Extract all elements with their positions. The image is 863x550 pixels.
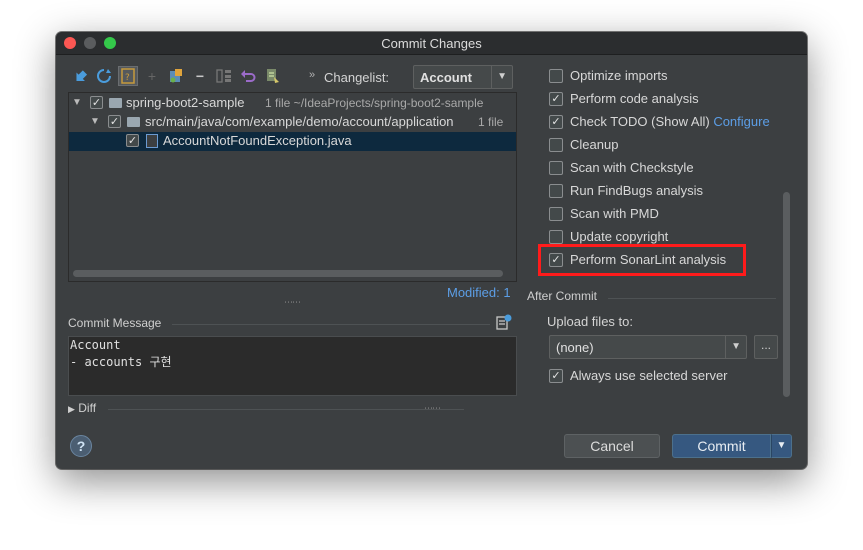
chevron-down-icon: ▼ xyxy=(497,71,507,82)
cancel-button[interactable]: Cancel xyxy=(564,434,660,458)
option-checkbox[interactable] xyxy=(549,230,563,244)
tree-row-file[interactable]: ✓ AccountNotFoundException.java xyxy=(69,132,516,151)
project-checkbox[interactable]: ✓ xyxy=(90,96,103,109)
chevron-down-icon: ▼ xyxy=(731,341,741,352)
changelist-value: Account xyxy=(420,70,472,85)
move-icon[interactable] xyxy=(70,66,90,86)
option-label: Cleanup xyxy=(570,137,619,152)
splitter-grip-icon[interactable]: ⋯⋯ xyxy=(284,297,301,308)
tree-directory-name: src/main/java/com/example/demo/account/a… xyxy=(145,114,454,129)
group-icon[interactable]: ? xyxy=(118,66,138,86)
add-icon[interactable]: + xyxy=(142,66,162,86)
option-label: Scan with PMD xyxy=(570,206,659,221)
remove-icon[interactable]: − xyxy=(190,66,210,86)
option-label-text: Check TODO (Show All) xyxy=(570,114,710,129)
divider xyxy=(608,298,776,299)
diff-toggle[interactable]: ▶ Diff xyxy=(68,401,96,415)
splitter-grip-icon[interactable]: ⋯⋯ xyxy=(424,403,441,414)
commit-message-input[interactable]: Account - accounts 구현 xyxy=(68,336,517,396)
changelist-label: Changelist: xyxy=(324,70,390,85)
changed-files-tree[interactable]: ▼ ✓ spring-boot2-sample 1 file ~/IdeaPro… xyxy=(68,92,517,282)
upload-server-dropdown[interactable]: (none) ▼ xyxy=(549,335,747,359)
modified-count: Modified: 1 xyxy=(447,285,511,300)
option-checkbox[interactable]: ✓ xyxy=(549,369,563,383)
option-checkbox[interactable]: ✓ xyxy=(549,115,563,129)
revert-icon[interactable] xyxy=(238,66,258,86)
svg-text:?: ? xyxy=(125,73,130,83)
sonarlint-highlight-box xyxy=(538,244,746,276)
option-checkbox[interactable] xyxy=(549,161,563,175)
option-checkbox[interactable] xyxy=(549,69,563,83)
tree-file-name: AccountNotFoundException.java xyxy=(163,133,352,148)
shelve-icon[interactable] xyxy=(262,66,282,86)
option-label: Update copyright xyxy=(570,229,669,244)
commit-message-line-1: Account xyxy=(70,338,121,352)
folder-icon xyxy=(127,117,140,127)
commit-changes-dialog: Commit Changes ? + − » Changelist: Accou… xyxy=(56,32,807,469)
option-checkbox[interactable]: ✓ xyxy=(549,92,563,106)
chevron-right-icon: » xyxy=(309,69,316,81)
message-history-icon[interactable] xyxy=(496,314,512,330)
option-label: Always use selected server xyxy=(570,368,728,383)
tree-row-directory[interactable]: ▼ ✓ src/main/java/com/example/demo/accou… xyxy=(69,113,516,132)
help-button[interactable]: ? xyxy=(70,435,92,457)
option-checkbox[interactable] xyxy=(549,184,563,198)
folder-icon xyxy=(109,98,122,108)
option-label: Scan with Checkstyle xyxy=(570,160,694,175)
title-bar[interactable]: Commit Changes xyxy=(56,32,807,55)
expand-triangle-icon[interactable]: ▼ xyxy=(90,116,100,127)
commit-message-label: Commit Message xyxy=(68,316,162,330)
browse-servers-button[interactable]: ... xyxy=(754,335,778,359)
option-label: Check TODO (Show All) Configure xyxy=(570,114,770,129)
dropdown-separator xyxy=(491,66,492,88)
option-label: Run FindBugs analysis xyxy=(570,183,703,198)
tree-directory-meta: 1 file xyxy=(478,115,504,129)
commit-message-line-2: - accounts 구현 xyxy=(70,355,172,369)
commit-button[interactable]: Commit xyxy=(672,434,771,458)
file-checkbox[interactable]: ✓ xyxy=(126,134,139,147)
commit-options-dropdown[interactable]: ▼ xyxy=(771,434,792,458)
tree-row-project[interactable]: ▼ ✓ spring-boot2-sample 1 file ~/IdeaPro… xyxy=(69,94,516,113)
expand-triangle-icon[interactable]: ▼ xyxy=(72,97,82,108)
diff-label: Diff xyxy=(78,401,97,415)
jump-icon[interactable] xyxy=(166,66,186,86)
java-file-icon xyxy=(146,134,158,148)
after-commit-label: After Commit xyxy=(527,289,598,303)
dropdown-separator xyxy=(725,336,726,358)
triangle-right-icon: ▶ xyxy=(68,404,75,414)
upload-files-label: Upload files to: xyxy=(547,314,633,329)
divider xyxy=(172,324,490,325)
divider xyxy=(108,409,464,410)
tree-project-name: spring-boot2-sample xyxy=(126,95,245,110)
chevron-down-icon: ▼ xyxy=(776,440,787,451)
option-label: Optimize imports xyxy=(570,68,668,83)
diff-icon[interactable] xyxy=(214,66,234,86)
option-label: Perform code analysis xyxy=(570,91,699,106)
configure-link[interactable]: Configure xyxy=(713,114,769,129)
vertical-scrollbar[interactable] xyxy=(783,192,790,397)
refresh-icon[interactable] xyxy=(94,66,114,86)
window-title: Commit Changes xyxy=(381,36,482,51)
directory-checkbox[interactable]: ✓ xyxy=(108,115,121,128)
horizontal-scrollbar[interactable] xyxy=(73,270,503,277)
option-checkbox[interactable] xyxy=(549,207,563,221)
tree-project-meta: 1 file ~/IdeaProjects/spring-boot2-sampl… xyxy=(265,96,484,110)
upload-server-value: (none) xyxy=(556,340,594,355)
option-checkbox[interactable] xyxy=(549,138,563,152)
changelist-dropdown[interactable]: Account ▼ xyxy=(413,65,513,89)
